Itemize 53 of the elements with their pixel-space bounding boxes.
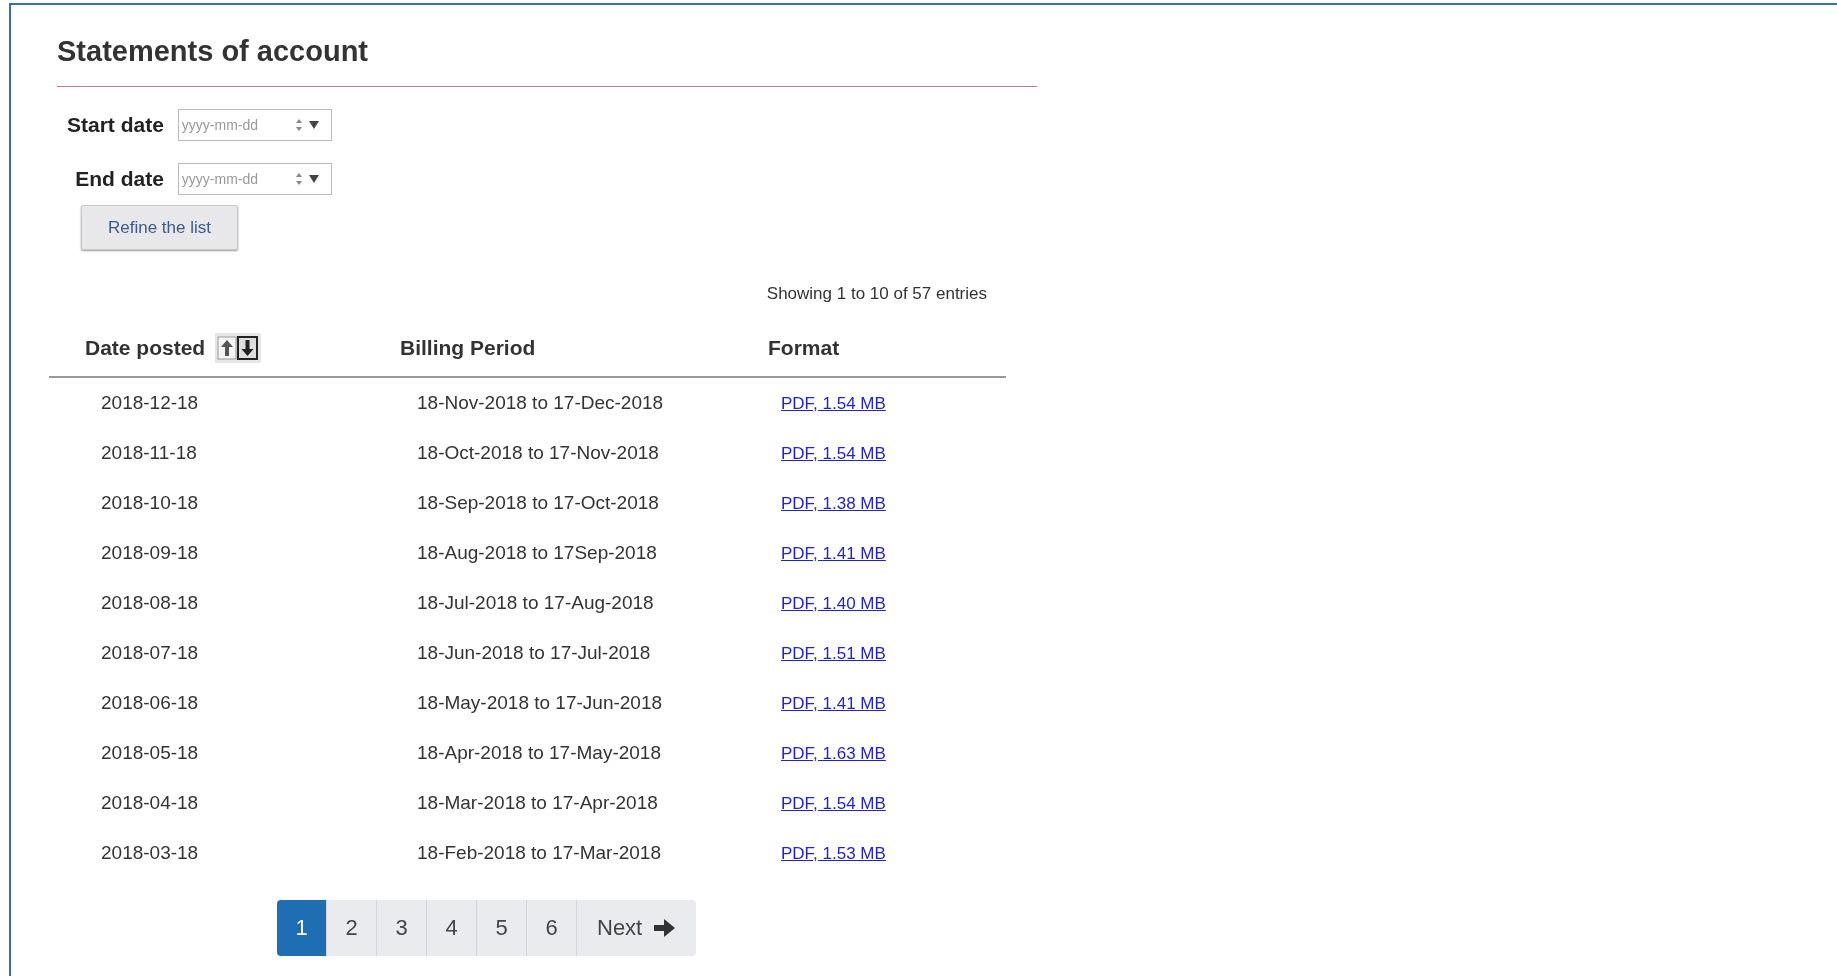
arrow-right-icon [652, 918, 677, 938]
field-label: Start date [67, 113, 164, 137]
page-button[interactable]: 1 [277, 900, 327, 956]
billing-period-cell-text: 18-Aug-2018 to 17Sep-2018 [416, 542, 658, 564]
date-cell-text: 2018-12-18 [100, 392, 200, 414]
billing-period-cell-text: 18-May-2018 to 17-Jun-2018 [416, 692, 664, 714]
next-button[interactable]: Next [577, 900, 697, 956]
date-cell-text: 2018-07-18 [100, 642, 200, 664]
billing-period-cell-text: 18-Feb-2018 to 17-Mar-2018 [416, 842, 662, 864]
pdf-link[interactable]: PDF, 1.38 MB [781, 494, 886, 513]
page-title: Statements of account [57, 35, 1037, 87]
date-cell-text: 2018-11-18 [100, 442, 198, 464]
pdf-link[interactable]: PDF, 1.53 MB [781, 844, 886, 863]
date-cell-text: 2018-09-18 [100, 542, 200, 564]
billing-period-cell-text: 18-Jun-2018 to 17-Jul-2018 [416, 642, 652, 664]
spinner-icon[interactable] [294, 117, 303, 133]
billing-period-cell-text: 18-Jul-2018 to 17-Aug-2018 [416, 592, 655, 614]
column-header: Format [768, 336, 840, 360]
page-button[interactable]: 2 [327, 900, 377, 956]
refine-button[interactable]: Refine the list [81, 205, 238, 250]
pdf-link[interactable]: PDF, 1.40 MB [781, 594, 886, 613]
billing-period-cell-text: 18-Mar-2018 to 17-Apr-2018 [416, 792, 659, 814]
pdf-link[interactable]: PDF, 1.41 MB [781, 694, 886, 713]
billing-period-cell-text: 18-Oct-2018 to 17-Nov-2018 [416, 442, 660, 464]
field-label: End date [75, 167, 164, 191]
column-header[interactable]: Date posted [85, 336, 206, 360]
billing-period-cell-text: 18-Nov-2018 to 17-Dec-2018 [416, 392, 665, 414]
date-cell-text: 2018-05-18 [100, 742, 200, 764]
page-button[interactable]: 3 [377, 900, 427, 956]
pdf-link[interactable]: PDF, 1.54 MB [781, 794, 886, 813]
date-cell-text: 2018-06-18 [100, 692, 200, 714]
billing-period-cell-text: 18-Apr-2018 to 17-May-2018 [416, 742, 662, 764]
pdf-link[interactable]: PDF, 1.41 MB [781, 544, 886, 563]
billing-period-cell-text: 18-Sep-2018 to 17-Oct-2018 [416, 492, 660, 514]
entries-summary: Showing 1 to 10 of 57 entries [765, 284, 987, 304]
date-field[interactable]: yyyy-mm-dd [177, 163, 332, 195]
date-cell-text: 2018-08-18 [100, 592, 200, 614]
date-cell-text: 2018-03-18 [100, 842, 200, 864]
date-cell-text: 2018-04-18 [100, 792, 200, 814]
caret-icon[interactable] [308, 121, 319, 129]
date-field[interactable]: yyyy-mm-dd [177, 109, 332, 141]
pdf-link[interactable]: PDF, 1.63 MB [781, 744, 886, 763]
pdf-link[interactable]: PDF, 1.51 MB [781, 644, 886, 663]
spinner-icon[interactable] [294, 171, 303, 187]
page-button[interactable]: 6 [527, 900, 577, 956]
date-cell-text: 2018-10-18 [100, 492, 200, 514]
page-button[interactable]: 5 [477, 900, 527, 956]
pdf-link[interactable]: PDF, 1.54 MB [781, 394, 886, 413]
caret-icon[interactable] [308, 175, 319, 183]
pdf-link[interactable]: PDF, 1.54 MB [781, 444, 886, 463]
page-button[interactable]: 4 [427, 900, 477, 956]
sort-icon[interactable] [215, 333, 262, 363]
column-header: Billing Period [400, 336, 536, 360]
